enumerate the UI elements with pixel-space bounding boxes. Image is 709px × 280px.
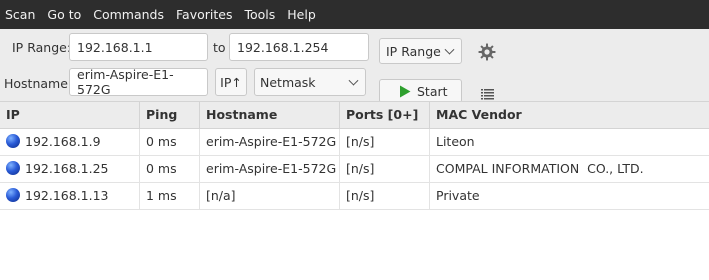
cell-hostname: erim-Aspire-E1-572G — [200, 129, 340, 155]
gear-icon — [478, 43, 496, 61]
menu-tools[interactable]: Tools — [238, 0, 281, 29]
cell-mac-vendor: COMPAL INFORMATION CO., LTD. — [436, 161, 644, 176]
feeder-select-value: IP Range — [386, 43, 441, 59]
cell-mac-vendor: Private — [436, 188, 480, 203]
cell-ping: 1 ms — [140, 183, 200, 209]
column-header-ping[interactable]: Ping — [140, 102, 200, 128]
start-button-label: Start — [417, 83, 448, 99]
cell-ports: [n/s] — [340, 183, 430, 209]
ip-to-input[interactable]: 192.168.1.254 — [229, 33, 369, 61]
host-alive-icon — [6, 161, 20, 175]
ip-up-button[interactable]: IP↑ — [215, 68, 247, 96]
cell-ip: 192.168.1.9 — [0, 129, 140, 155]
column-header-ip[interactable]: IP — [0, 102, 140, 128]
cell-ip: 192.168.1.13 — [0, 183, 140, 209]
cell-hostname: [n/a] — [200, 183, 340, 209]
play-icon — [400, 85, 411, 97]
results-table: IP Ping Hostname Ports [0+] MAC Vendor 1… — [0, 101, 709, 210]
menu-goto[interactable]: Go to — [41, 0, 87, 29]
host-alive-icon — [6, 134, 20, 148]
ip-from-input[interactable]: 192.168.1.1 — [69, 33, 208, 61]
cell-ports: [n/s] — [340, 129, 430, 155]
cell-ip-text: 192.168.1.25 — [25, 161, 109, 176]
netmask-select-value: Netmask — [260, 74, 316, 90]
chevron-down-icon — [444, 44, 455, 55]
toolbar: IP Range: 192.168.1.1 to 192.168.1.254 I… — [0, 29, 709, 103]
table-row[interactable]: 192.168.1.25 0 ms erim-Aspire-E1-572G [n… — [0, 156, 709, 183]
hostname-input[interactable]: erim-Aspire-E1-572G — [69, 67, 208, 97]
cell-mac-vendor: Liteon — [436, 134, 475, 149]
cell-ports: [n/s] — [340, 156, 430, 182]
chevron-down-icon — [348, 75, 359, 86]
netmask-select[interactable]: Netmask — [254, 68, 366, 96]
cell-ping: 0 ms — [140, 156, 200, 182]
hostname-label: Hostname: — [4, 76, 73, 91]
menu-scan[interactable]: Scan — [0, 0, 41, 29]
column-header-mac-vendor[interactable]: MAC Vendor — [430, 102, 709, 128]
feeder-select[interactable]: IP Range — [379, 38, 462, 64]
column-header-hostname[interactable]: Hostname — [200, 102, 340, 128]
preferences-button[interactable] — [476, 41, 498, 63]
table-row[interactable]: 192.168.1.9 0 ms erim-Aspire-E1-572G [n/… — [0, 129, 709, 156]
columns-button[interactable] — [479, 87, 495, 101]
menu-favorites[interactable]: Favorites — [170, 0, 238, 29]
table-header: IP Ping Hostname Ports [0+] MAC Vendor — [0, 101, 709, 129]
list-icon — [480, 88, 494, 99]
cell-ip-text: 192.168.1.9 — [25, 134, 101, 149]
cell-ip-text: 192.168.1.13 — [25, 188, 109, 203]
ip-range-label: IP Range: — [12, 40, 72, 55]
menu-help[interactable]: Help — [281, 0, 322, 29]
table-row[interactable]: 192.168.1.13 1 ms [n/a] [n/s] Private — [0, 183, 709, 210]
column-header-ports[interactable]: Ports [0+] — [340, 102, 430, 128]
menu-bar: Scan Go to Commands Favorites Tools Help — [0, 0, 709, 29]
host-alive-icon — [6, 188, 20, 202]
start-button[interactable]: Start — [379, 79, 462, 103]
cell-hostname: erim-Aspire-E1-572G — [200, 156, 340, 182]
menu-commands[interactable]: Commands — [87, 0, 170, 29]
cell-ping: 0 ms — [140, 129, 200, 155]
to-label: to — [213, 40, 226, 55]
cell-ip: 192.168.1.25 — [0, 156, 140, 182]
